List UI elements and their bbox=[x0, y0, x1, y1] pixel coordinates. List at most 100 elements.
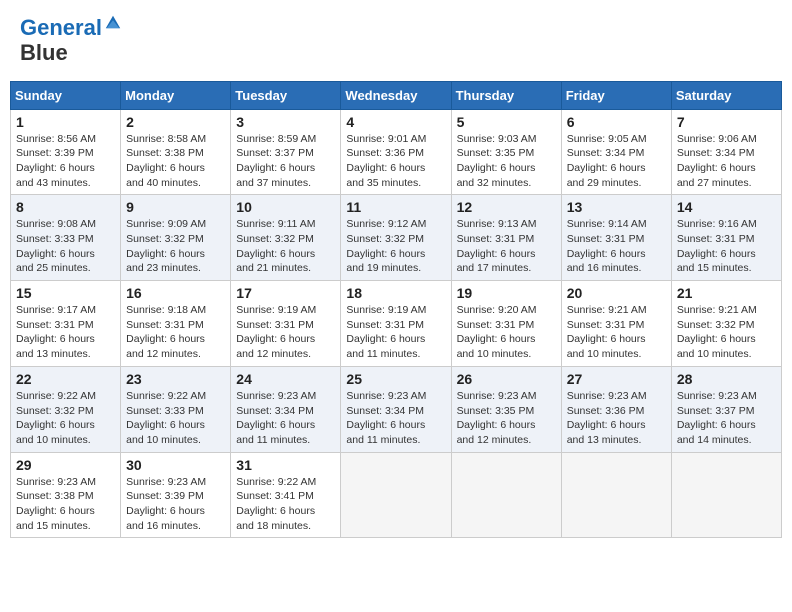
calendar-cell: 30Sunrise: 9:23 AMSunset: 3:39 PMDayligh… bbox=[121, 452, 231, 538]
day-info: Sunrise: 9:17 AMSunset: 3:31 PMDaylight:… bbox=[16, 303, 115, 362]
calendar-cell: 10 Sunrise: 9:11 AMSunset: 3:32 PMDayligh… bbox=[231, 195, 341, 281]
day-info: Sunrise: 9:21 AMSunset: 3:32 PMDaylight:… bbox=[677, 303, 776, 362]
day-info: Sunrise: 9:21 AMSunset: 3:31 PMDaylight:… bbox=[567, 303, 666, 362]
calendar-cell: 20Sunrise: 9:21 AMSunset: 3:31 PMDayligh… bbox=[561, 281, 671, 367]
day-info: Sunrise: 8:58 AMSunset: 3:38 PMDaylight:… bbox=[126, 132, 225, 191]
day-number: 7 bbox=[677, 114, 776, 130]
calendar-cell: 7 Sunrise: 9:06 AMSunset: 3:34 PMDaylight… bbox=[671, 109, 781, 195]
day-number: 4 bbox=[346, 114, 445, 130]
calendar-cell: 29Sunrise: 9:23 AMSunset: 3:38 PMDayligh… bbox=[11, 452, 121, 538]
page-header: General Blue bbox=[10, 10, 782, 71]
day-info: Sunrise: 9:18 AMSunset: 3:31 PMDaylight:… bbox=[126, 303, 225, 362]
day-info: Sunrise: 8:56 AMSunset: 3:39 PMDaylight:… bbox=[16, 132, 115, 191]
calendar-cell: 14 Sunrise: 9:16 AMSunset: 3:31 PMDayligh… bbox=[671, 195, 781, 281]
day-info: Sunrise: 9:12 AMSunset: 3:32 PMDaylight:… bbox=[346, 217, 445, 276]
calendar-cell: 2 Sunrise: 8:58 AMSunset: 3:38 PMDaylight… bbox=[121, 109, 231, 195]
day-info: Sunrise: 9:09 AMSunset: 3:32 PMDaylight:… bbox=[126, 217, 225, 276]
calendar-cell: 11 Sunrise: 9:12 AMSunset: 3:32 PMDayligh… bbox=[341, 195, 451, 281]
calendar-cell: 1 Sunrise: 8:56 AMSunset: 3:39 PMDaylight… bbox=[11, 109, 121, 195]
calendar-cell: 22 Sunrise: 9:22 AMSunset: 3:32 PMDayligh… bbox=[11, 366, 121, 452]
day-info: Sunrise: 9:05 AMSunset: 3:34 PMDaylight:… bbox=[567, 132, 666, 191]
calendar-cell: 23 Sunrise: 9:22 AMSunset: 3:33 PMDayligh… bbox=[121, 366, 231, 452]
calendar-cell: 16 Sunrise: 9:18 AMSunset: 3:31 PMDayligh… bbox=[121, 281, 231, 367]
day-number: 17 bbox=[236, 285, 335, 301]
day-number: 3 bbox=[236, 114, 335, 130]
day-info: Sunrise: 9:03 AMSunset: 3:35 PMDaylight:… bbox=[457, 132, 556, 191]
day-info: Sunrise: 9:19 AMSunset: 3:31 PMDaylight:… bbox=[346, 303, 445, 362]
day-number: 23 bbox=[126, 371, 225, 387]
day-info: Sunrise: 9:23 AMSunset: 3:35 PMDaylight:… bbox=[457, 389, 556, 448]
calendar-cell bbox=[341, 452, 451, 538]
day-number: 9 bbox=[126, 199, 225, 215]
calendar-cell: 24Sunrise: 9:23 AMSunset: 3:34 PMDayligh… bbox=[231, 366, 341, 452]
day-info: Sunrise: 9:13 AMSunset: 3:31 PMDaylight:… bbox=[457, 217, 556, 276]
day-number: 25 bbox=[346, 371, 445, 387]
calendar-cell: 25 Sunrise: 9:23 AMSunset: 3:34 PMDayligh… bbox=[341, 366, 451, 452]
day-number: 13 bbox=[567, 199, 666, 215]
day-number: 26 bbox=[457, 371, 556, 387]
day-info: Sunrise: 9:22 AMSunset: 3:33 PMDaylight:… bbox=[126, 389, 225, 448]
calendar-cell: 3 Sunrise: 8:59 AMSunset: 3:37 PMDaylight… bbox=[231, 109, 341, 195]
day-info: Sunrise: 9:23 AMSunset: 3:34 PMDaylight:… bbox=[236, 389, 335, 448]
calendar-cell: 5 Sunrise: 9:03 AMSunset: 3:35 PMDaylight… bbox=[451, 109, 561, 195]
day-info: Sunrise: 9:22 AMSunset: 3:32 PMDaylight:… bbox=[16, 389, 115, 448]
calendar-cell: 8 Sunrise: 9:08 AMSunset: 3:33 PMDaylight… bbox=[11, 195, 121, 281]
calendar-cell: 12 Sunrise: 9:13 AMSunset: 3:31 PMDayligh… bbox=[451, 195, 561, 281]
day-number: 5 bbox=[457, 114, 556, 130]
day-number: 28 bbox=[677, 371, 776, 387]
day-number: 15 bbox=[16, 285, 115, 301]
calendar-cell: 28Sunrise: 9:23 AMSunset: 3:37 PMDayligh… bbox=[671, 366, 781, 452]
calendar-week-row: 22 Sunrise: 9:22 AMSunset: 3:32 PMDayligh… bbox=[11, 366, 782, 452]
calendar-week-row: 15 Sunrise: 9:17 AMSunset: 3:31 PMDayligh… bbox=[11, 281, 782, 367]
calendar-cell: 19 Sunrise: 9:20 AMSunset: 3:31 PMDayligh… bbox=[451, 281, 561, 367]
calendar-table: SundayMondayTuesdayWednesdayThursdayFrid… bbox=[10, 81, 782, 539]
day-info: Sunrise: 9:06 AMSunset: 3:34 PMDaylight:… bbox=[677, 132, 776, 191]
logo-icon bbox=[104, 13, 122, 31]
day-info: Sunrise: 9:14 AMSunset: 3:31 PMDaylight:… bbox=[567, 217, 666, 276]
calendar-cell: 26 Sunrise: 9:23 AMSunset: 3:35 PMDayligh… bbox=[451, 366, 561, 452]
header-friday: Friday bbox=[561, 81, 671, 109]
day-info: Sunrise: 9:16 AMSunset: 3:31 PMDaylight:… bbox=[677, 217, 776, 276]
calendar-cell: 18 Sunrise: 9:19 AMSunset: 3:31 PMDayligh… bbox=[341, 281, 451, 367]
day-info: Sunrise: 9:08 AMSunset: 3:33 PMDaylight:… bbox=[16, 217, 115, 276]
day-number: 8 bbox=[16, 199, 115, 215]
calendar-cell bbox=[671, 452, 781, 538]
day-number: 16 bbox=[126, 285, 225, 301]
day-number: 6 bbox=[567, 114, 666, 130]
day-number: 22 bbox=[16, 371, 115, 387]
header-saturday: Saturday bbox=[671, 81, 781, 109]
day-number: 10 bbox=[236, 199, 335, 215]
day-number: 11 bbox=[346, 199, 445, 215]
day-number: 2 bbox=[126, 114, 225, 130]
day-number: 18 bbox=[346, 285, 445, 301]
calendar-week-row: 8 Sunrise: 9:08 AMSunset: 3:33 PMDaylight… bbox=[11, 195, 782, 281]
day-number: 19 bbox=[457, 285, 556, 301]
day-info: Sunrise: 9:22 AMSunset: 3:41 PMDaylight:… bbox=[236, 475, 335, 534]
day-number: 14 bbox=[677, 199, 776, 215]
logo-text: General bbox=[20, 15, 122, 40]
header-sunday: Sunday bbox=[11, 81, 121, 109]
calendar-cell: 9 Sunrise: 9:09 AMSunset: 3:32 PMDaylight… bbox=[121, 195, 231, 281]
day-number: 31 bbox=[236, 457, 335, 473]
calendar-cell: 13 Sunrise: 9:14 AMSunset: 3:31 PMDayligh… bbox=[561, 195, 671, 281]
calendar-cell: 31 Sunrise: 9:22 AMSunset: 3:41 PMDayligh… bbox=[231, 452, 341, 538]
calendar-cell: 17 Sunrise: 9:19 AMSunset: 3:31 PMDayligh… bbox=[231, 281, 341, 367]
calendar-cell bbox=[451, 452, 561, 538]
day-number: 12 bbox=[457, 199, 556, 215]
calendar-week-row: 29Sunrise: 9:23 AMSunset: 3:38 PMDayligh… bbox=[11, 452, 782, 538]
day-info: Sunrise: 8:59 AMSunset: 3:37 PMDaylight:… bbox=[236, 132, 335, 191]
calendar-cell bbox=[561, 452, 671, 538]
day-info: Sunrise: 9:20 AMSunset: 3:31 PMDaylight:… bbox=[457, 303, 556, 362]
logo-blue: Blue bbox=[20, 40, 122, 65]
header-tuesday: Tuesday bbox=[231, 81, 341, 109]
day-info: Sunrise: 9:11 AMSunset: 3:32 PMDaylight:… bbox=[236, 217, 335, 276]
calendar-cell: 15 Sunrise: 9:17 AMSunset: 3:31 PMDayligh… bbox=[11, 281, 121, 367]
day-info: Sunrise: 9:23 AMSunset: 3:34 PMDaylight:… bbox=[346, 389, 445, 448]
header-wednesday: Wednesday bbox=[341, 81, 451, 109]
header-thursday: Thursday bbox=[451, 81, 561, 109]
calendar-cell: 27Sunrise: 9:23 AMSunset: 3:36 PMDayligh… bbox=[561, 366, 671, 452]
logo: General Blue bbox=[20, 15, 122, 66]
header-monday: Monday bbox=[121, 81, 231, 109]
day-number: 1 bbox=[16, 114, 115, 130]
day-info: Sunrise: 9:19 AMSunset: 3:31 PMDaylight:… bbox=[236, 303, 335, 362]
